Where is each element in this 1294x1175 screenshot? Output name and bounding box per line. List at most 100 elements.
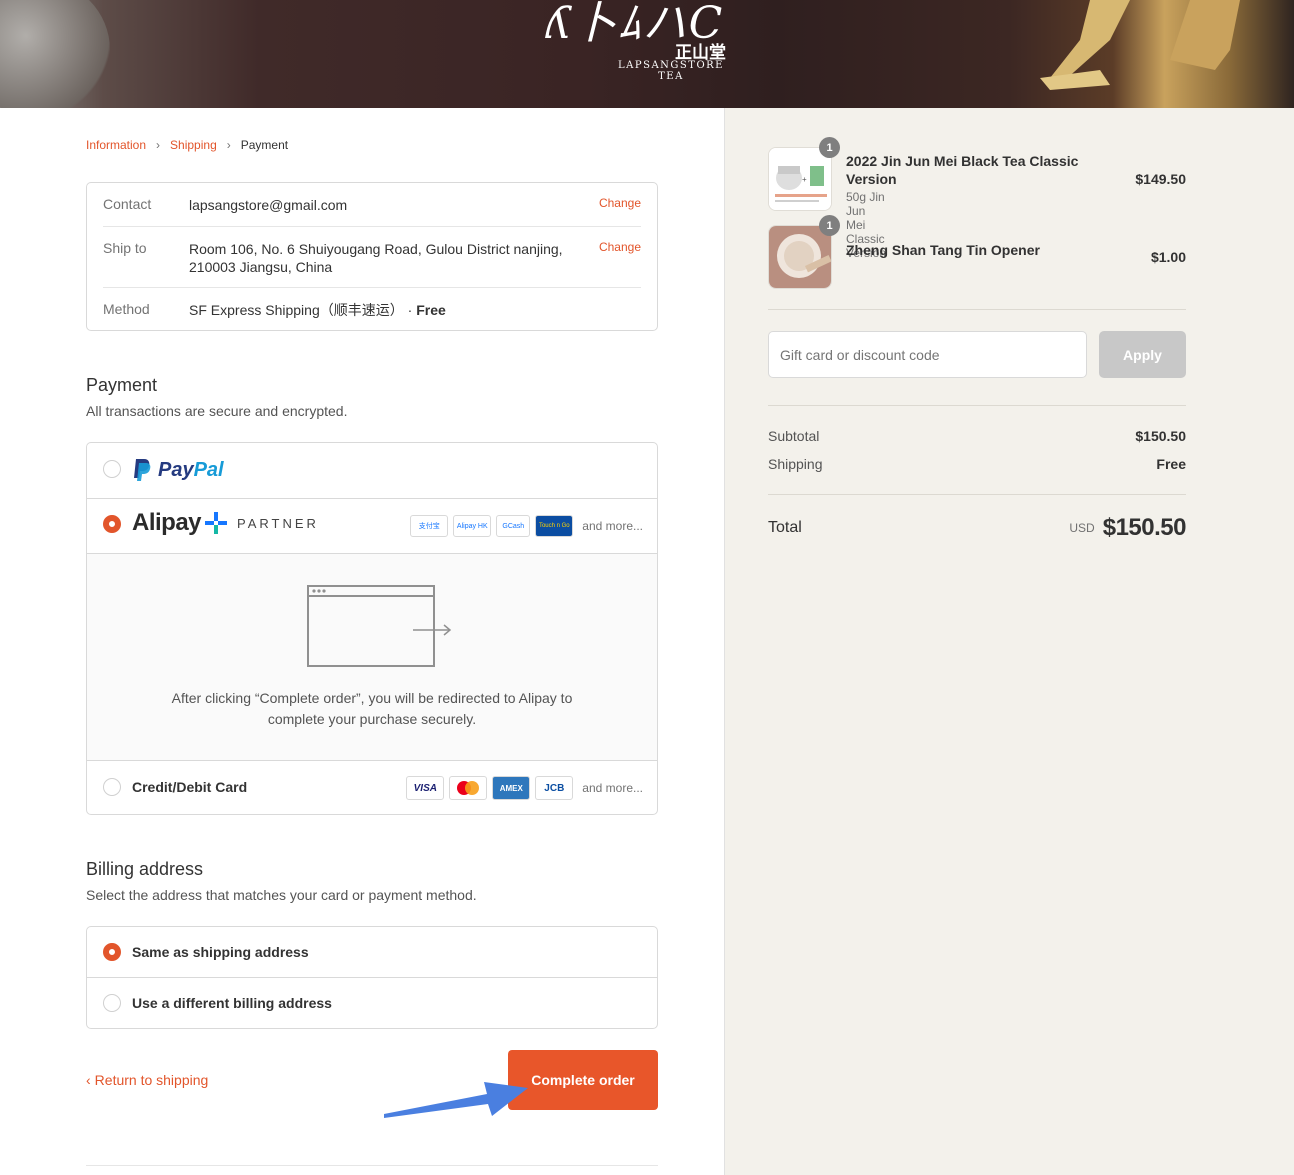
item-name: Zheng Shan Tang Tin Opener [846, 242, 1040, 258]
jcb-icon: JCB [535, 776, 574, 800]
review-box: Contact lapsangstore@gmail.com Change Sh… [86, 182, 658, 331]
divider [103, 287, 641, 288]
ship-to-value: Room 106, No. 6 Shuiyougang Road, Gulou … [189, 241, 563, 275]
svg-text:+: + [802, 175, 807, 184]
item-price: $1.00 [1150, 249, 1186, 265]
banner-stone-decoration [0, 0, 110, 108]
alipay-redirect-panel: After clicking “Complete order”, you wil… [87, 553, 657, 761]
total-row: Total USD $150.50 [768, 514, 1187, 542]
total-value: $150.50 [1102, 514, 1187, 541]
payment-subtitle: All transactions are secure and encrypte… [86, 403, 348, 419]
subtotal-row: Subtotal $150.50 [768, 428, 1186, 444]
paypal-word-pay: Pay [158, 458, 194, 481]
method-price: Free [416, 302, 446, 318]
billing-different-option[interactable]: Use a different billing address [87, 978, 657, 1029]
alipay-logo: Alipay PARTNER [132, 509, 319, 537]
alipay-hk-badge: Alipay HK [453, 515, 492, 537]
billing-different-label: Use a different billing address [132, 995, 332, 1011]
billing-heading: Billing address [86, 859, 204, 879]
card-brand-badges: VISA AMEX JCB and more... [406, 776, 643, 800]
return-to-shipping-link[interactable]: ‹ Return to shipping [86, 1072, 208, 1088]
billing-options: Same as shipping address Use a different… [86, 926, 658, 1029]
item-price: $149.50 [1135, 171, 1186, 187]
breadcrumb-information[interactable]: Information [86, 138, 146, 152]
method-name: SF Express Shipping（顺丰速运） [189, 302, 404, 318]
payment-option-alipay[interactable]: Alipay PARTNER 支付宝 Alipay HK GCash Touch… [87, 499, 657, 553]
card-radio[interactable] [103, 778, 121, 796]
shipping-value: Free [1156, 456, 1186, 472]
chevron-left-icon: ‹ [86, 1072, 91, 1088]
divider [103, 226, 641, 227]
apply-discount-button[interactable]: Apply [1099, 331, 1186, 378]
amex-icon: AMEX [492, 776, 531, 800]
method-value: SF Express Shipping（顺丰速运） · Free [189, 301, 641, 319]
paypal-word-pal: Pal [193, 458, 224, 481]
chevron-right-icon: › [226, 138, 231, 152]
change-contact-link[interactable]: Change [599, 196, 641, 214]
store-logo[interactable]: ʎ卜ﾑハC 正山堂 LAPSANGSTORE TEA [540, 0, 730, 108]
header-banner: ʎ卜ﾑハC 正山堂 LAPSANGSTORE TEA [0, 0, 1294, 108]
divider [768, 405, 1186, 406]
total-amount: USD $150.50 [1069, 514, 1186, 542]
gcash-badge: GCash [496, 515, 531, 537]
paypal-logo: Pay Pal [132, 458, 224, 482]
logo-english: LAPSANGSTORE TEA [618, 60, 724, 82]
contact-label: Contact [103, 196, 152, 212]
touch-n-go-badge: Touch n Go [535, 515, 574, 537]
total-currency: USD [1069, 521, 1095, 535]
breadcrumb-payment: Payment [240, 138, 289, 152]
billing-same-radio[interactable] [103, 943, 121, 961]
paypal-icon [134, 459, 151, 481]
product-thumbnail [768, 225, 832, 289]
divider [768, 494, 1186, 495]
alipay-radio[interactable] [103, 515, 121, 533]
chevron-right-icon: › [156, 138, 161, 152]
shipping-row: Shipping Free [768, 456, 1186, 472]
alipay-plus-icon [205, 512, 228, 534]
banner-tea-pick-decoration [1040, 0, 1240, 90]
paypal-radio[interactable] [103, 460, 121, 478]
footer-divider [86, 1165, 658, 1166]
product-thumbnail: + [768, 147, 832, 211]
item-name: 2022 Jin Jun Mei Black Tea Classic Versi… [846, 153, 1079, 187]
annotation-arrow-icon [384, 1082, 528, 1118]
card-more-label: and more... [582, 781, 643, 795]
alipay-redirect-text: After clicking “Complete order”, you wil… [171, 690, 573, 727]
ship-to-row: Ship to Room 106, No. 6 Shuiyougang Road… [103, 240, 641, 276]
change-shipping-link[interactable]: Change [599, 240, 641, 276]
billing-same-label: Same as shipping address [132, 944, 309, 960]
contact-value: lapsangstore@gmail.com [189, 197, 348, 213]
subtotal-label: Subtotal [768, 428, 820, 444]
complete-order-button[interactable]: Complete order [508, 1050, 658, 1110]
method-label: Method [103, 301, 150, 317]
contact-row: Contact lapsangstore@gmail.com Change [103, 196, 641, 214]
alipay-wallet-badges: 支付宝 Alipay HK GCash Touch n Go and more.… [410, 515, 643, 537]
item-quantity-badge: 1 [819, 215, 840, 236]
subtotal-value: $150.50 [1135, 428, 1186, 444]
breadcrumb-shipping[interactable]: Shipping [170, 138, 217, 152]
alipay-cn-badge: 支付宝 [410, 515, 449, 537]
shipping-label: Shipping [768, 456, 823, 472]
browser-redirect-icon [307, 585, 452, 667]
ship-to-label: Ship to [103, 240, 147, 256]
divider [768, 309, 1186, 310]
billing-same-option[interactable]: Same as shipping address [87, 927, 657, 978]
alipay-more-label: and more... [582, 519, 643, 533]
discount-code-input[interactable] [768, 331, 1087, 378]
alipay-partner-label: PARTNER [237, 515, 319, 531]
visa-icon: VISA [406, 776, 445, 800]
billing-different-radio[interactable] [103, 994, 121, 1012]
card-label: Credit/Debit Card [132, 779, 248, 795]
payment-option-paypal[interactable]: Pay Pal [87, 443, 657, 498]
breadcrumb: Information › Shipping › Payment [86, 138, 288, 152]
method-separator: · [403, 302, 417, 318]
payment-heading: Payment [86, 375, 158, 395]
payment-methods: Pay Pal Alipay PARTNER 支付宝 Alipay HK GCas… [86, 442, 658, 815]
billing-subtitle: Select the address that matches your car… [86, 887, 477, 903]
payment-option-card[interactable]: Credit/Debit Card VISA AMEX JCB and more… [87, 761, 657, 814]
mastercard-icon [449, 776, 488, 800]
item-quantity-badge: 1 [819, 137, 840, 158]
alipay-word: Alipay [132, 509, 202, 536]
method-row: Method SF Express Shipping（顺丰速运） · Free [103, 301, 641, 319]
return-label: Return to shipping [94, 1072, 209, 1088]
